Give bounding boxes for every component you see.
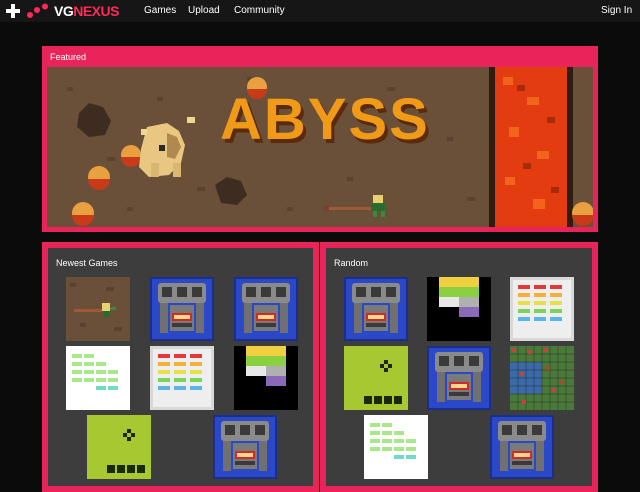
random-games-body: Random [326, 248, 592, 486]
game-thumbnail[interactable] [344, 277, 408, 341]
game-thumbnail[interactable] [66, 277, 130, 341]
logo-text-nexus: NEXUS [73, 3, 119, 19]
game-thumbnail[interactable] [344, 346, 408, 410]
game-thumbnail[interactable] [234, 277, 298, 341]
game-thumbnail[interactable] [87, 415, 151, 479]
game-thumbnail[interactable] [427, 346, 491, 410]
nav-games[interactable]: Games [144, 0, 176, 22]
logo-text-vg: VG [54, 3, 74, 19]
random-games-title: Random [334, 258, 369, 268]
featured-game-title: ABYSS [220, 87, 430, 152]
site-logo[interactable]: VGNEXUS [54, 3, 119, 19]
game-thumbnail[interactable] [150, 277, 214, 341]
featured-title: Featured [50, 52, 87, 62]
newest-games-body: Newest Games [48, 248, 313, 486]
featured-game-banner[interactable]: ABYSS ABYSS [47, 67, 593, 227]
game-thumbnail[interactable] [490, 415, 554, 479]
game-thumbnail[interactable] [213, 415, 277, 479]
gamepad-logo-icon[interactable] [6, 3, 52, 19]
nav-upload[interactable]: Upload [188, 0, 220, 22]
featured-panel: Featured ABYSS ABYSS [42, 46, 598, 232]
game-thumbnail[interactable] [234, 346, 298, 410]
game-thumbnail[interactable] [150, 346, 214, 410]
sign-in-link[interactable]: Sign In [601, 0, 632, 22]
game-thumbnail[interactable] [510, 346, 574, 410]
top-navigation-bar: VGNEXUS Games Upload Community Sign In [0, 0, 640, 22]
game-thumbnail[interactable] [364, 415, 428, 479]
random-games-panel: Random [320, 242, 598, 492]
nav-community[interactable]: Community [234, 0, 285, 22]
newest-games-title: Newest Games [56, 258, 118, 268]
game-thumbnail[interactable] [427, 277, 491, 341]
newest-games-panel: Newest Games [42, 242, 319, 492]
game-thumbnail[interactable] [66, 346, 130, 410]
game-thumbnail[interactable] [510, 277, 574, 341]
